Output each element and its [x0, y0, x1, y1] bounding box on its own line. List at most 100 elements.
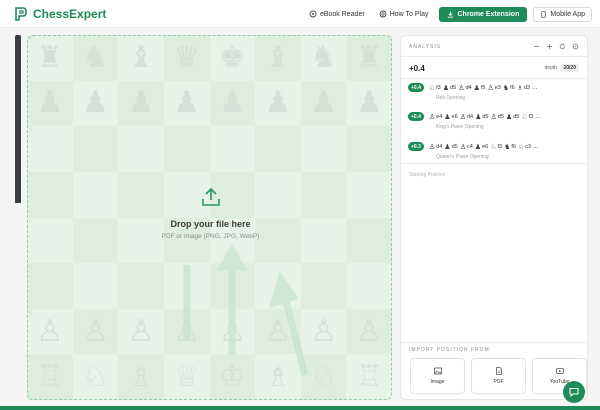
divider: [401, 342, 587, 343]
piece-icon: ♟: [505, 112, 513, 121]
move[interactable]: ♘ f3: [490, 143, 502, 151]
import-image-label: Image: [430, 379, 445, 385]
engine-line[interactable]: +0.4 ♘ f3 ♟ d5 ♙ d4 ♟ f5 ♙ e3 ♞ f6 ♗ d3... Réti Opening: [408, 83, 584, 101]
collapse-icon[interactable]: [533, 43, 540, 50]
piece-icon: ♘: [428, 83, 436, 92]
analysis-toolbar: [533, 43, 579, 50]
move-square: f6: [510, 84, 515, 91]
phone-icon: [541, 10, 546, 18]
move[interactable]: ♟ f5: [474, 84, 486, 92]
move-square: d4: [436, 143, 443, 150]
opening-name: Queen's Pawn Opening: [436, 154, 489, 160]
move[interactable]: ♙ d5: [491, 113, 504, 121]
upload-icon: [201, 187, 220, 206]
import-header: IMPORT POSITION FROM: [409, 347, 490, 353]
move[interactable]: ♙ d4: [458, 84, 471, 92]
move[interactable]: ♙ e4: [429, 113, 442, 121]
starting-position[interactable]: Starting Position: [409, 172, 445, 178]
move-square: d5: [451, 143, 458, 150]
download-icon: [447, 10, 453, 18]
move[interactable]: ♟ e6: [444, 113, 457, 121]
evaluation-score: +0.4: [409, 64, 425, 73]
move-square: f5: [480, 84, 486, 91]
piece-icon: ♟: [444, 142, 451, 151]
move[interactable]: ♗ d3: [517, 84, 530, 92]
import-pdf-label: PDF: [493, 379, 504, 385]
chrome-extension-button[interactable]: Chrome Extension: [438, 6, 528, 22]
analysis-panel: ANALYSIS +0.4 depth 20/20 +0.4 ♘ f3 ♟ d5 ♙ d4 ♟…: [400, 35, 588, 400]
move-square: f6: [511, 143, 516, 150]
move-square: f3: [497, 143, 503, 150]
move-square: d3: [524, 84, 531, 91]
how-to-play-link[interactable]: How To Play: [375, 7, 433, 21]
chess-board-area[interactable]: 8 ♜ ♞ ♝ ♛ ♚ ♝ ♞ ♜ 7 ♟ ♟ ♟ ♟ ♟ ♟ ♟ ♟ 6 5 4 3 2 ♙ ♙ ♙ ♙ ♙ ♙ ♙ ♙ 1 ♖ ♘ ♗ ♕ ♔ ♗ ♘ ♖…: [27, 35, 392, 400]
divider: [401, 78, 587, 79]
engine-line[interactable]: +0.4 ♙ e4 ♟ e6 ♙ d4 ♟ d5 ♙ d5 ♟ d5 ♘ f3... King's Pawn …: [408, 112, 584, 130]
import-image-button[interactable]: Image: [410, 358, 465, 394]
piece-icon: ♟: [475, 112, 482, 121]
depth-badge: 20/20: [560, 64, 579, 72]
piece-icon: ♙: [459, 112, 466, 121]
piece-icon: ♙: [487, 83, 494, 92]
move[interactable]: ♞ f6: [503, 84, 515, 92]
opening-name: Réti Opening: [436, 95, 466, 101]
drop-message: Drop your file here PDF or image (PNG, J…: [28, 186, 393, 240]
piece-icon: ♟: [442, 83, 450, 92]
engine-line-moves: +0.3 ♙ d4 ♟ d5 ♙ c4 ♟ e6 ♘ f3 ♞ f6 ♘ c3...: [408, 142, 584, 151]
piece-icon: ♙: [490, 112, 497, 121]
piece-icon: ♞: [502, 83, 510, 92]
evaluation-bar-black: [15, 35, 21, 203]
move-square: e6: [482, 143, 489, 150]
move[interactable]: ♘ f3: [429, 84, 441, 92]
move[interactable]: ♟ d5: [444, 143, 457, 151]
ebook-reader-link[interactable]: eBook Reader: [305, 7, 369, 21]
ebook-icon: [309, 10, 317, 18]
file-drop-zone[interactable]: Drop your file here PDF or image (PNG, J…: [27, 35, 392, 400]
settings-icon[interactable]: [572, 43, 579, 50]
piece-icon: ♞: [504, 142, 511, 151]
mobile-app-button[interactable]: Mobile App: [533, 6, 592, 22]
more-moves-ellipsis: ...: [533, 143, 539, 150]
refresh-icon[interactable]: [559, 43, 566, 50]
move[interactable]: ♙ e3: [487, 84, 500, 92]
opening-name: King's Pawn Opening: [436, 124, 484, 130]
add-icon[interactable]: [546, 43, 553, 50]
youtube-icon: [555, 368, 564, 374]
move[interactable]: ♞ f6: [504, 143, 516, 151]
move[interactable]: ♙ d4: [460, 113, 473, 121]
move[interactable]: ♟ d5: [506, 113, 519, 121]
import-options: Image PDF YouTube: [410, 358, 587, 394]
move-square: e4: [436, 113, 443, 120]
piece-icon: ♘: [490, 142, 497, 151]
move[interactable]: ♟ e6: [475, 143, 488, 151]
import-pdf-button[interactable]: PDF: [471, 358, 526, 394]
piece-icon: ♙: [428, 142, 436, 151]
piece-icon: ♗: [516, 83, 523, 92]
move[interactable]: ♙ d4: [429, 143, 442, 151]
pdf-file-icon: [495, 367, 502, 375]
logo-icon: [15, 6, 27, 21]
engine-line[interactable]: +0.3 ♙ d4 ♟ d5 ♙ c4 ♟ e6 ♘ f3 ♞ f6 ♘ c3... Queen's Pawn…: [408, 142, 584, 160]
move[interactable]: ♟ d5: [443, 84, 456, 92]
move[interactable]: ♙ c4: [460, 143, 473, 151]
chat-button[interactable]: [563, 381, 585, 403]
drop-title: Drop your file here: [170, 219, 251, 229]
move-square: c4: [466, 143, 473, 150]
divider: [401, 56, 587, 57]
divider: [401, 163, 587, 164]
move[interactable]: ♘ c3: [518, 143, 531, 151]
piece-icon: ♙: [428, 112, 436, 121]
engine-line-moves: +0.4 ♘ f3 ♟ d5 ♙ d4 ♟ f5 ♙ e3 ♞ f6 ♗ d3...: [408, 83, 584, 92]
move-square: d4: [466, 113, 474, 120]
chat-icon: [569, 388, 579, 397]
piece-icon: ♙: [459, 142, 466, 151]
logo[interactable]: ChessExpert: [14, 7, 106, 21]
mobile-app-label: Mobile App: [550, 10, 585, 18]
bottom-accent-strip: [0, 406, 600, 410]
drop-subtitle: PDF or image (PNG, JPG, WebP): [161, 233, 260, 240]
piece-icon: ♟: [444, 112, 451, 121]
move[interactable]: ♘ f3: [521, 113, 533, 121]
move-square: d5: [513, 113, 520, 120]
move-square: e3: [494, 84, 501, 91]
move[interactable]: ♟ d5: [475, 113, 488, 121]
